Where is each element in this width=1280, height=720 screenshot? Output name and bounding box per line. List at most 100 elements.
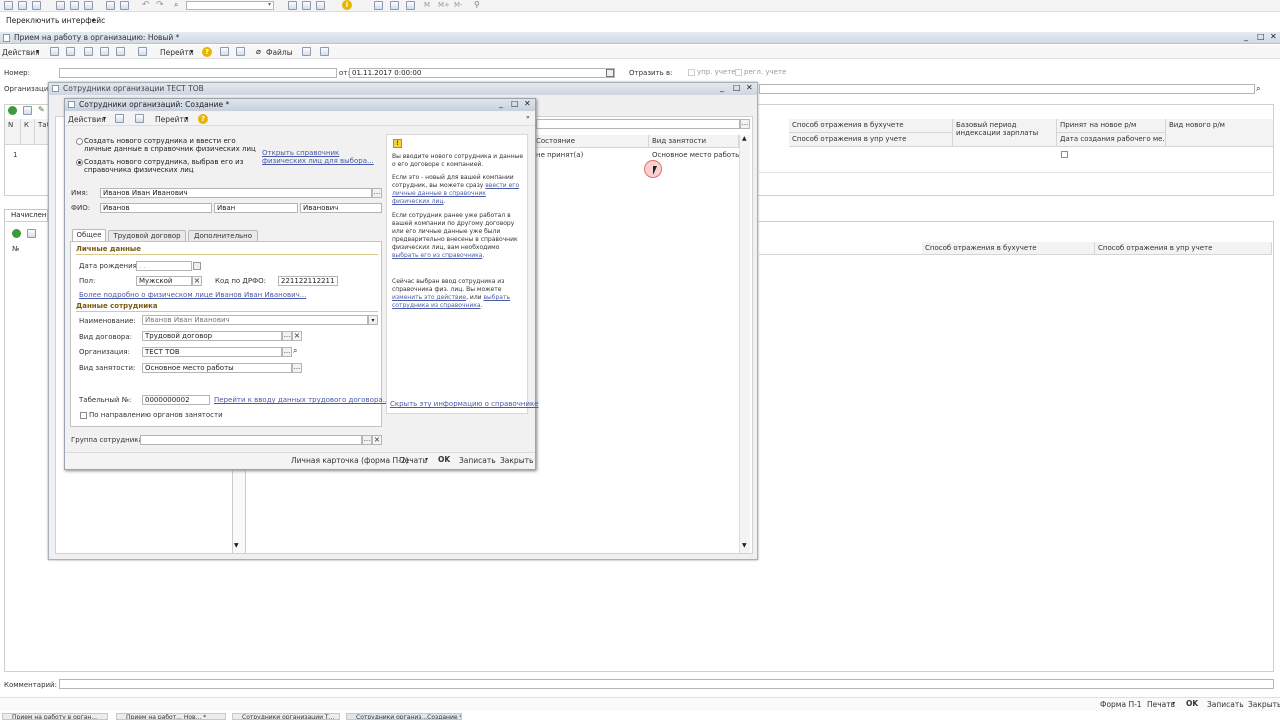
find-next-icon[interactable] — [302, 1, 311, 10]
search-icon[interactable]: ⌕ — [1256, 84, 1260, 94]
copy-icon[interactable] — [66, 47, 75, 56]
contract-data-link[interactable]: Перейти к вводу данных трудового договор… — [214, 396, 389, 404]
open-persons-ref-link[interactable]: Открыть справочник физических лиц для вы… — [262, 149, 380, 165]
save-button[interactable]: Записать — [1207, 700, 1244, 709]
help-icon[interactable]: ? — [202, 47, 212, 57]
reflect-mgmt-checkbox[interactable] — [688, 69, 695, 76]
contract-type-clear-button[interactable]: × — [292, 331, 302, 341]
grid-col-upr[interactable]: Способ отражения в упр учете — [789, 133, 953, 147]
actions-menu[interactable]: Действия — [2, 48, 40, 57]
minimize-icon[interactable]: _ — [720, 83, 724, 92]
print-icon[interactable] — [106, 1, 115, 10]
redo-icon[interactable]: ↷ — [156, 0, 164, 10]
find-icon[interactable] — [288, 1, 297, 10]
scroll-up-icon[interactable]: ▲ — [742, 135, 747, 142]
close-icon[interactable]: ✕ — [524, 99, 531, 108]
search-icon[interactable]: ⌕ — [174, 0, 178, 10]
employment-direction-label[interactable]: По направлению органов занятости — [89, 411, 223, 419]
grid-col-newplace[interactable]: Принят на новое р/м — [1057, 119, 1166, 133]
calculator-icon[interactable] — [390, 1, 399, 10]
files-button[interactable]: Файлы — [266, 48, 293, 57]
grid-col-placedate[interactable]: Дата создания рабочего ме... — [1057, 133, 1166, 147]
close-button[interactable]: Закрыть — [1248, 700, 1280, 709]
employment-type-field[interactable]: Основное место работы — [142, 363, 292, 373]
radio-select-person-label[interactable]: Создать нового сотрудника, выбрав его из… — [84, 158, 244, 174]
list-scrollbar[interactable]: ▲ ▼ — [739, 135, 750, 553]
new-place-checkbox[interactable] — [1061, 151, 1068, 158]
accruals-col-num[interactable]: № — [12, 245, 19, 253]
personal-card-button[interactable]: Личная карточка (форма П-2) — [291, 456, 409, 465]
find-prev-icon[interactable] — [316, 1, 325, 10]
list-row-employment[interactable]: Основное место работы — [652, 151, 741, 159]
grid-col-n[interactable]: N — [5, 119, 21, 145]
hide-info-link[interactable]: Скрыть эту информацию о справочнике — [390, 400, 539, 408]
create-close-button[interactable]: Закрыть — [500, 456, 533, 465]
employee-title-field[interactable]: Иванов Иван Иванович — [142, 315, 368, 325]
person-details-link[interactable]: Более подробно о физическом лице Иванов … — [79, 291, 306, 299]
add-icon[interactable] — [50, 47, 59, 56]
paperclip-icon[interactable]: ⌀ — [256, 47, 261, 56]
refresh-icon[interactable] — [84, 47, 93, 56]
employment-direction-checkbox[interactable] — [80, 412, 87, 419]
tab-additional[interactable]: Дополнительно — [188, 230, 258, 241]
employee-org-field[interactable]: ТЕСТ ТОВ — [142, 347, 282, 357]
scroll-down-icon[interactable]: ▼ — [742, 542, 747, 549]
preview-icon[interactable] — [120, 1, 129, 10]
middle-name-field[interactable]: Иванович — [300, 203, 382, 213]
calendar-icon[interactable] — [193, 262, 201, 270]
save-icon[interactable] — [115, 114, 124, 123]
list-search-field[interactable] — [536, 119, 740, 129]
taskbar-item-1[interactable]: Прием на работу в орган... — [2, 713, 108, 720]
maximize-icon[interactable]: □ — [733, 83, 741, 92]
calendar-icon[interactable] — [374, 1, 383, 10]
employee-group-field[interactable] — [140, 435, 362, 445]
list-col-employment[interactable]: Вид занятости — [649, 135, 739, 148]
sex-clear-button[interactable]: × — [192, 276, 202, 286]
create-print-button[interactable]: Печать — [399, 456, 427, 465]
cut-icon[interactable] — [56, 1, 65, 10]
chevron-down-icon[interactable]: ▾ — [268, 1, 271, 8]
undo-icon[interactable]: ↶ — [142, 0, 150, 10]
help-icon[interactable]: i — [342, 0, 352, 10]
new-icon[interactable] — [4, 1, 13, 10]
structure-icon[interactable] — [138, 47, 147, 56]
unpost-icon[interactable] — [116, 47, 125, 56]
print-button[interactable]: Печать — [1147, 700, 1175, 709]
grid-col-index[interactable]: Базовый период индексации зарплаты — [953, 119, 1057, 147]
copy-icon[interactable] — [70, 1, 79, 10]
help-icon[interactable]: ? — [198, 114, 208, 124]
radio-select-person[interactable] — [76, 159, 83, 166]
structure-icon[interactable] — [135, 114, 144, 123]
employee-group-clear-button[interactable]: × — [372, 435, 382, 445]
grid-col-tab[interactable]: Таб — [35, 119, 49, 145]
organization-field[interactable] — [759, 84, 1255, 94]
taskbar-item-3[interactable]: Сотрудники организации Т... — [232, 713, 340, 720]
first-name-field[interactable]: Иван — [214, 203, 298, 213]
list-row-state[interactable]: не принят(а) — [536, 151, 583, 159]
select-from-ref-link[interactable]: выбрать его из справочника — [392, 252, 482, 259]
copy-row-icon[interactable] — [27, 229, 36, 238]
table-icon[interactable] — [406, 1, 415, 10]
grid-row-number[interactable]: 1 — [13, 151, 17, 159]
memory-m-icon[interactable]: M — [424, 1, 430, 9]
pin-icon[interactable]: ⚲ — [474, 0, 480, 9]
table-icon[interactable] — [236, 47, 245, 56]
last-name-field[interactable]: Иванов — [100, 203, 212, 213]
post-icon[interactable] — [100, 47, 109, 56]
name-select-button[interactable]: ... — [372, 188, 382, 198]
copy-row-icon[interactable] — [23, 106, 32, 115]
list-icon[interactable] — [220, 47, 229, 56]
grid-col-placetype[interactable]: Вид нового р/м — [1166, 119, 1274, 147]
change-action-link[interactable]: изменить это действие — [392, 294, 466, 301]
create-save-button[interactable]: Записать — [459, 456, 496, 465]
tab-general[interactable]: Общее — [72, 229, 106, 241]
taskbar-item-2[interactable]: Прием на работ... Нов... * — [116, 713, 226, 720]
toolbar-search-input[interactable] — [186, 1, 274, 10]
number-field[interactable] — [59, 68, 337, 78]
add-row-icon[interactable] — [8, 106, 17, 115]
close-icon[interactable]: ✕ — [746, 83, 753, 92]
calendar-icon[interactable] — [606, 69, 614, 77]
taskbar-item-4[interactable]: Сотрудники организ...Создание * — [346, 713, 462, 720]
list-search-select-button[interactable]: ... — [740, 119, 750, 129]
paste-icon[interactable] — [84, 1, 93, 10]
